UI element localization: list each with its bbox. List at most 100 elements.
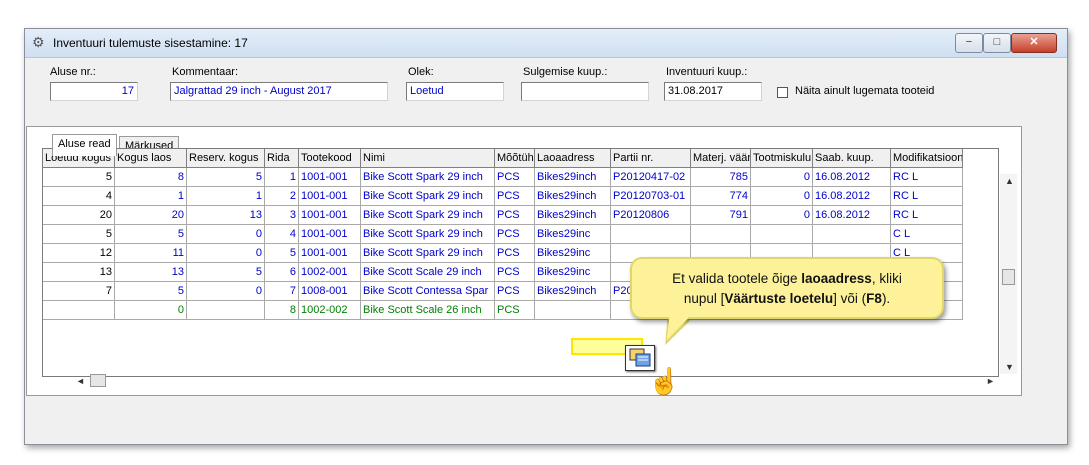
cell-tootmiskulu[interactable]: 0 xyxy=(751,187,813,206)
cell-saab-kuup[interactable] xyxy=(813,225,891,244)
cell-modifikatsioon[interactable]: C L xyxy=(891,225,963,244)
cell-modifikatsioon[interactable]: RC L xyxy=(891,206,963,225)
maximize-button[interactable]: □ xyxy=(983,33,1011,53)
cell-tootekood[interactable]: 1008-001 xyxy=(299,282,361,301)
cell-rida[interactable]: 1 xyxy=(265,168,299,187)
cell-tootekood[interactable]: 1001-001 xyxy=(299,206,361,225)
cell-kogus-laos[interactable]: 0 xyxy=(115,301,187,320)
cell-mootuhik[interactable]: PCS xyxy=(495,225,535,244)
cell-saab-kuup[interactable]: 16.08.2012 xyxy=(813,206,891,225)
cell-nimi[interactable]: Bike Scott Spark 29 inch xyxy=(361,225,495,244)
aluse-nr-field[interactable]: 17 xyxy=(50,82,138,101)
cell-reserv-kogus[interactable]: 0 xyxy=(187,282,265,301)
cell-reserv-kogus[interactable]: 0 xyxy=(187,225,265,244)
inventuuri-kuup-field[interactable]: 31.08.2017 xyxy=(664,82,762,101)
cell-rida[interactable]: 5 xyxy=(265,244,299,263)
cell-laoaadress[interactable]: Bikes29inch xyxy=(535,168,611,187)
scroll-down-icon[interactable]: ▼ xyxy=(1005,362,1014,372)
cell-loetud-kogus[interactable]: 4 xyxy=(43,187,115,206)
cell-modifikatsioon[interactable]: RC L xyxy=(891,187,963,206)
cell-saab-kuup[interactable]: 16.08.2012 xyxy=(813,187,891,206)
cell-tootekood[interactable]: 1002-001 xyxy=(299,263,361,282)
cell-kogus-laos[interactable]: 20 xyxy=(115,206,187,225)
cell-tootekood[interactable]: 1001-001 xyxy=(299,225,361,244)
vertical-scroll-thumb[interactable] xyxy=(1002,269,1015,285)
cell-tootmiskulu[interactable]: 0 xyxy=(751,168,813,187)
cell-laoaadress[interactable]: Bikes29inch xyxy=(535,206,611,225)
tab-aluse-read[interactable]: Aluse read xyxy=(52,134,117,156)
cell-tootekood[interactable]: 1001-001 xyxy=(299,244,361,263)
column-header-laoaadress[interactable]: Laoaadress xyxy=(535,149,611,168)
cell-tootekood[interactable]: 1001-001 xyxy=(299,168,361,187)
title-bar[interactable]: ⚙ Inventuuri tulemuste sisestamine: 17 −… xyxy=(25,29,1067,58)
cell-rida[interactable]: 7 xyxy=(265,282,299,301)
cell-tootekood[interactable]: 1001-001 xyxy=(299,187,361,206)
close-button[interactable]: ✕ xyxy=(1011,33,1057,53)
column-header-modifikatsioon[interactable]: Modifikatsioon xyxy=(891,149,963,168)
cell-nimi[interactable]: Bike Scott Spark 29 inch xyxy=(361,206,495,225)
column-header-tootmiskulu[interactable]: Tootmiskulu xyxy=(751,149,813,168)
cell-materj-vaartus[interactable]: 774 xyxy=(691,187,751,206)
scroll-up-icon[interactable]: ▲ xyxy=(1005,176,1014,186)
cell-partii-nr[interactable]: P20120417-02 xyxy=(611,168,691,187)
cell-materj-vaartus[interactable]: 785 xyxy=(691,168,751,187)
column-header-materj-vaartus[interactable]: Materj. väärtus xyxy=(691,149,751,168)
cell-saab-kuup[interactable]: 16.08.2012 xyxy=(813,168,891,187)
minimize-button[interactable]: − xyxy=(955,33,983,53)
column-header-rida[interactable]: Rida xyxy=(265,149,299,168)
cell-reserv-kogus[interactable]: 1 xyxy=(187,187,265,206)
cell-rida[interactable]: 4 xyxy=(265,225,299,244)
column-header-mootuhik[interactable]: Mõõtühik xyxy=(495,149,535,168)
cell-laoaadress[interactable] xyxy=(535,301,611,320)
cell-loetud-kogus[interactable]: 13 xyxy=(43,263,115,282)
cell-rida[interactable]: 8 xyxy=(265,301,299,320)
cell-loetud-kogus[interactable]: 5 xyxy=(43,225,115,244)
cell-materj-vaartus[interactable]: 791 xyxy=(691,206,751,225)
horizontal-scroll-thumb[interactable] xyxy=(90,374,106,387)
cell-rida[interactable]: 6 xyxy=(265,263,299,282)
cell-mootuhik[interactable]: PCS xyxy=(495,168,535,187)
cell-laoaadress[interactable]: Bikes29inc xyxy=(535,225,611,244)
cell-laoaadress[interactable]: Bikes29inch xyxy=(535,282,611,301)
cell-kogus-laos[interactable]: 5 xyxy=(115,225,187,244)
cell-modifikatsioon[interactable]: RC L xyxy=(891,168,963,187)
cell-loetud-kogus[interactable]: 20 xyxy=(43,206,115,225)
cell-kogus-laos[interactable]: 11 xyxy=(115,244,187,263)
cell-kogus-laos[interactable]: 1 xyxy=(115,187,187,206)
cell-tootmiskulu[interactable]: 0 xyxy=(751,206,813,225)
cell-tootekood[interactable]: 1002-002 xyxy=(299,301,361,320)
column-header-tootekood[interactable]: Tootekood xyxy=(299,149,361,168)
cell-reserv-kogus[interactable] xyxy=(187,301,265,320)
cell-nimi[interactable]: Bike Scott Scale 29 inch xyxy=(361,263,495,282)
cell-laoaadress[interactable]: Bikes29inch xyxy=(535,187,611,206)
show-unread-checkbox[interactable] xyxy=(777,87,788,98)
cell-reserv-kogus[interactable]: 0 xyxy=(187,244,265,263)
cell-laoaadress[interactable]: Bikes29inc xyxy=(535,263,611,282)
cell-mootuhik[interactable]: PCS xyxy=(495,244,535,263)
cell-loetud-kogus[interactable] xyxy=(43,301,115,320)
cell-nimi[interactable]: Bike Scott Spark 29 inch xyxy=(361,244,495,263)
cell-kogus-laos[interactable]: 8 xyxy=(115,168,187,187)
cell-mootuhik[interactable]: PCS xyxy=(495,187,535,206)
scroll-left-icon[interactable]: ◄ xyxy=(76,376,85,386)
column-header-partii-nr[interactable]: Partii nr. xyxy=(611,149,691,168)
kommentaar-field[interactable]: Jalgrattad 29 inch - August 2017 xyxy=(170,82,388,101)
cell-nimi[interactable]: Bike Scott Spark 29 inch xyxy=(361,187,495,206)
cell-tootmiskulu[interactable] xyxy=(751,225,813,244)
cell-reserv-kogus[interactable]: 13 xyxy=(187,206,265,225)
cell-mootuhik[interactable]: PCS xyxy=(495,206,535,225)
cell-kogus-laos[interactable]: 13 xyxy=(115,263,187,282)
column-header-nimi[interactable]: Nimi xyxy=(361,149,495,168)
cell-rida[interactable]: 2 xyxy=(265,187,299,206)
cell-mootuhik[interactable]: PCS xyxy=(495,301,535,320)
cell-mootuhik[interactable]: PCS xyxy=(495,282,535,301)
cell-loetud-kogus[interactable]: 12 xyxy=(43,244,115,263)
scroll-right-icon[interactable]: ► xyxy=(986,376,995,386)
cell-mootuhik[interactable]: PCS xyxy=(495,263,535,282)
cell-rida[interactable]: 3 xyxy=(265,206,299,225)
cell-loetud-kogus[interactable]: 5 xyxy=(43,168,115,187)
cell-kogus-laos[interactable]: 5 xyxy=(115,282,187,301)
cell-nimi[interactable]: Bike Scott Scale 26 inch xyxy=(361,301,495,320)
column-header-kogus-laos[interactable]: Kogus laos xyxy=(115,149,187,168)
cell-partii-nr[interactable] xyxy=(611,225,691,244)
